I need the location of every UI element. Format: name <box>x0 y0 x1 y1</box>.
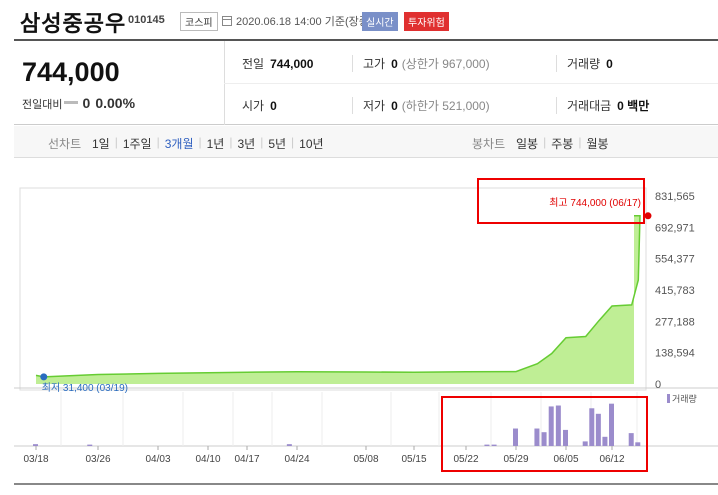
risk-badge: 투자위험 <box>404 12 449 31</box>
period-tab[interactable]: 1년 <box>207 135 225 152</box>
volume-legend: 거래량 <box>672 393 697 404</box>
quote-date: 2020.06.18 14:00 기준(장중) <box>222 13 373 29</box>
x-tick-label: 04/24 <box>284 454 309 465</box>
tab-separator: | <box>198 135 202 149</box>
line-chart-label: 선차트 <box>48 137 82 151</box>
price-change: 전일대비 0 0.00% <box>22 95 135 112</box>
max-point <box>644 212 652 220</box>
price-summary: 744,000 전일대비 0 0.00% 전일 744,000 고가 0 (상한가 96… <box>14 41 718 125</box>
upper-limit: (상한가 967,000) <box>401 57 490 71</box>
calendar-icon <box>222 16 232 26</box>
y-tick-label: 831,565 <box>655 191 695 203</box>
tab-separator: | <box>260 135 264 149</box>
volume-label: 거래량 <box>567 57 601 71</box>
change-rate: 0.00% <box>95 95 136 111</box>
stock-code: 010145 <box>128 14 165 26</box>
y-tick-label: 554,377 <box>655 254 695 266</box>
candle-tab[interactable]: 주봉 <box>551 135 573 152</box>
open-value: 0 <box>270 99 277 113</box>
open-label: 시가 <box>242 99 265 113</box>
stock-header: 삼성중공우 010145 코스피 2020.06.18 14:00 기준(장중)… <box>0 0 718 38</box>
amount-label: 거래대금 <box>567 99 612 113</box>
flat-icon <box>64 101 79 104</box>
open-price: 시가 0 <box>242 97 277 114</box>
candle-tab[interactable]: 일봉 <box>516 135 538 152</box>
x-tick-label: 04/10 <box>195 454 220 465</box>
volume: 거래량 0 <box>556 55 613 72</box>
volume-bar <box>87 444 93 446</box>
tab-separator: | <box>114 135 118 149</box>
tab-separator: | <box>578 135 582 149</box>
prev-close: 전일 744,000 <box>242 55 313 72</box>
period-tabs: 1일 | 1주일 | 3개월 | 1년 | 3년 | 5년 | 10년 <box>92 135 324 152</box>
low-price: 저가 0 (하한가 521,000) <box>352 97 490 114</box>
trade-amount: 거래대금 0 백만 <box>556 97 649 114</box>
max-highlight-box <box>477 178 645 224</box>
period-tab[interactable]: 1일 <box>92 135 110 152</box>
lower-limit: (하한가 521,000) <box>401 99 490 113</box>
volume-bar <box>33 444 38 446</box>
summary-row-divider <box>224 83 718 84</box>
high-value: 0 <box>391 57 398 71</box>
y-tick-label: 0 <box>655 379 661 391</box>
y-tick-label: 277,188 <box>655 316 695 328</box>
high-label: 고가 <box>363 57 386 71</box>
tab-separator: | <box>543 135 547 149</box>
x-tick-label: 05/15 <box>401 454 426 465</box>
low-label: 저가 <box>363 99 386 113</box>
period-tab[interactable]: 5년 <box>268 135 286 152</box>
min-point <box>40 373 48 381</box>
x-tick-label: 04/17 <box>234 454 259 465</box>
prev-close-label: 전일 <box>242 57 265 71</box>
y-tick-label: 415,783 <box>655 285 695 297</box>
x-tick-label: 05/08 <box>353 454 378 465</box>
candle-tab[interactable]: 월봉 <box>586 135 608 152</box>
period-tab[interactable]: 3개월 <box>165 135 194 152</box>
stock-name: 삼성중공우 <box>20 11 127 36</box>
volume-highlight-box <box>441 396 648 472</box>
candle-tabs: 일봉 | 주봉 | 월봉 <box>516 135 609 152</box>
volume-value: 0 <box>606 57 613 71</box>
low-value: 0 <box>391 99 398 113</box>
tab-separator: | <box>291 135 295 149</box>
market-badge: 코스피 <box>180 12 218 31</box>
chart-tabs-bar: 선차트 1일 | 1주일 | 3개월 | 1년 | 3년 | 5년 | 10년 봉차트 일봉 | 주봉 | 월봉 <box>14 126 718 158</box>
prev-close-value: 744,000 <box>270 57 314 71</box>
x-tick-label: 03/26 <box>85 454 110 465</box>
realtime-badge[interactable]: 실시간 <box>362 12 398 31</box>
volume-bar <box>286 444 292 446</box>
amount-value: 0 백만 <box>617 99 650 113</box>
volume-legend-swatch <box>667 394 670 403</box>
y-tick-label: 692,971 <box>655 222 695 234</box>
high-price: 고가 0 (상한가 967,000) <box>352 55 490 72</box>
period-tab[interactable]: 10년 <box>299 135 323 152</box>
change-value: 0 <box>82 95 91 111</box>
candle-chart-label: 봉차트 <box>472 137 506 151</box>
x-tick-label: 03/18 <box>23 454 48 465</box>
current-price: 744,000 <box>22 57 120 87</box>
period-tab[interactable]: 3년 <box>237 135 255 152</box>
quote-datetime: 2020.06.18 14:00 <box>236 16 322 28</box>
y-tick-label: 138,594 <box>655 348 695 360</box>
min-label: 최저 31,400 (03/19) <box>42 382 128 394</box>
x-tick-label: 04/03 <box>145 454 170 465</box>
change-label: 전일대비 <box>22 99 63 111</box>
period-tab[interactable]: 1주일 <box>123 135 152 152</box>
tab-separator: | <box>156 135 160 149</box>
price-chart: 831,565 692,971 554,377 415,783 277,188 138,5… <box>0 160 718 490</box>
tab-separator: | <box>229 135 233 149</box>
